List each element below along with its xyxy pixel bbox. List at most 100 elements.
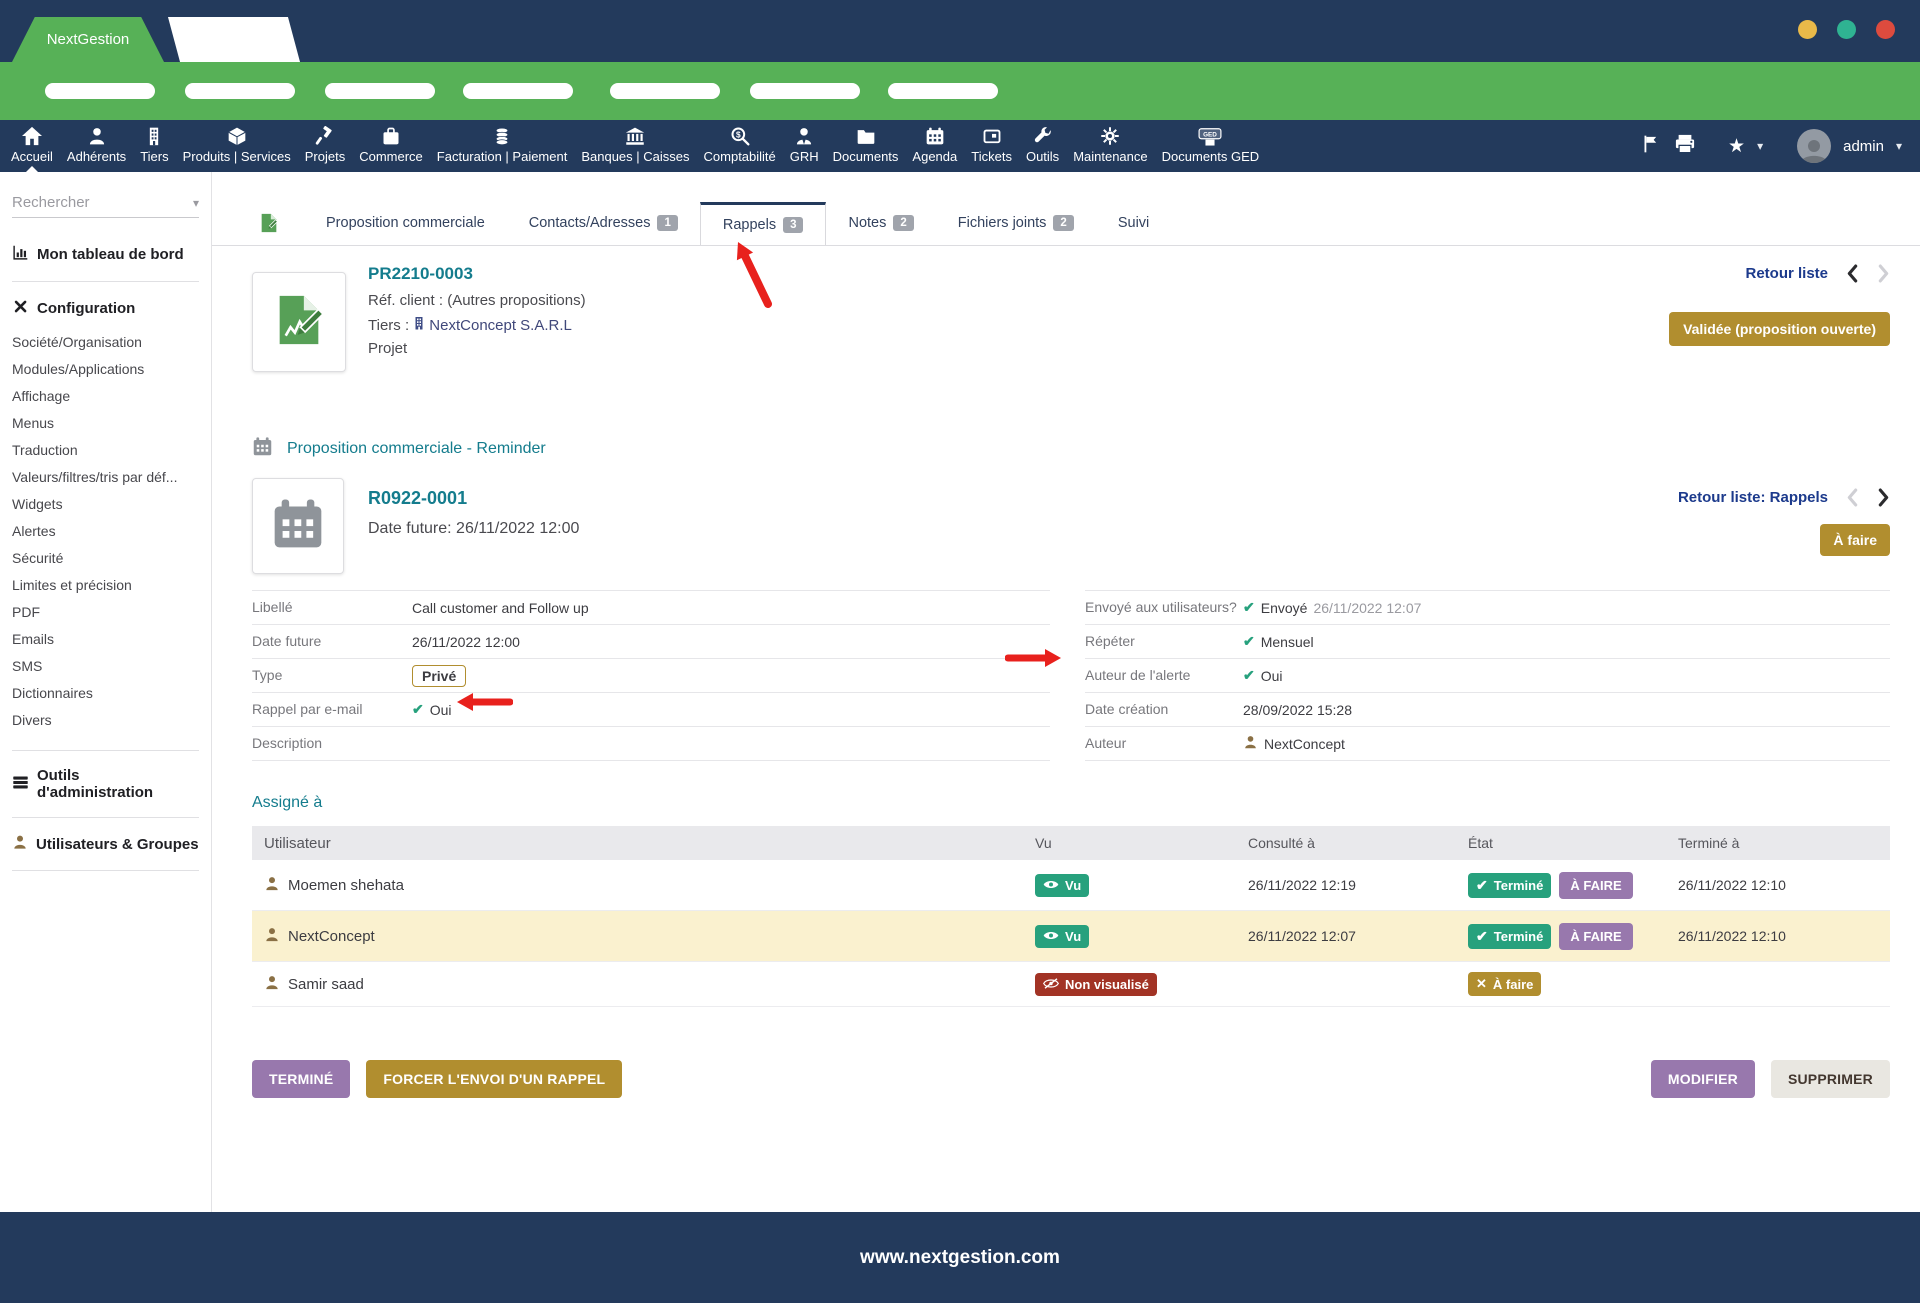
sidebar-item[interactable]: Dictionnaires (12, 680, 199, 707)
field-label: Description (252, 730, 412, 757)
nav-item-tickets[interactable]: Tickets (964, 120, 1019, 172)
nav-item-produits-services[interactable]: Produits | Services (176, 120, 298, 172)
nav-item-documents[interactable]: Documents (826, 120, 906, 172)
nav-item-commerce[interactable]: Commerce (352, 120, 430, 172)
nav-item-grh[interactable]: GRH (783, 120, 826, 172)
flag-icon[interactable] (1642, 134, 1662, 159)
field-value: NextConcept (1264, 736, 1345, 752)
sidebar-item[interactable]: Divers (12, 707, 199, 734)
chevron-down-icon[interactable]: ▾ (1896, 139, 1902, 153)
field-value: Call customer and Follow up (412, 600, 589, 616)
reminder-status-badge: À faire (1820, 524, 1890, 556)
sidebar-item[interactable]: SMS (12, 653, 199, 680)
window-dot-yellow[interactable] (1798, 20, 1817, 39)
avatar[interactable] (1797, 129, 1831, 163)
sidebar-item[interactable]: Traduction (12, 437, 199, 464)
divider (12, 817, 199, 818)
sidebar-item[interactable]: Société/Organisation (12, 329, 199, 356)
retour-liste-rappels-link[interactable]: Retour liste: Rappels (1678, 489, 1828, 506)
favorites-star-icon[interactable]: ★ (1728, 137, 1745, 156)
field-label: Rappel par e-mail (252, 696, 412, 723)
window-dot-red[interactable] (1876, 20, 1895, 39)
nav-item-tiers[interactable]: Tiers (133, 120, 175, 172)
sidebar-item[interactable]: Alertes (12, 518, 199, 545)
sidebar-item[interactable]: PDF (12, 599, 199, 626)
check-icon: ✔ (1243, 667, 1255, 684)
nav-label: Outils (1026, 149, 1059, 164)
column-header: Vu (1035, 835, 1248, 851)
forcer-envoi-rappel-button[interactable]: FORCER L'ENVOI D'UN RAPPEL (366, 1060, 622, 1098)
tab-label: Suivi (1118, 215, 1149, 231)
tab-label: Rappels (723, 217, 776, 233)
reminder-fields-left: Libellé Call customer and Follow up Date… (252, 590, 1050, 761)
tab-rappels[interactable]: Rappels 3 (700, 202, 827, 245)
chevron-left-icon[interactable] (1846, 488, 1859, 507)
nav-item-outils[interactable]: Outils (1019, 120, 1066, 172)
column-header: Utilisateur (252, 835, 1035, 852)
search-placeholder: Rechercher (12, 194, 90, 211)
sidebar-section-configuration[interactable]: Configuration (12, 298, 199, 319)
chevron-down-icon[interactable]: ▾ (1757, 139, 1763, 153)
field-value: 26/11/2022 12:00 (412, 634, 520, 650)
sidebar-item[interactable]: Valeurs/filtres/tris par déf... (12, 464, 199, 491)
sidebar-item[interactable]: Emails (12, 626, 199, 653)
nav-label: Documents (833, 149, 899, 164)
nav-item-banques-caisses[interactable]: Banques | Caisses (574, 120, 696, 172)
nextgestion-app: NextGestion Accueil Adhérents (0, 0, 1920, 1303)
search-input[interactable]: Rechercher ▾ (12, 194, 199, 218)
field-row-auteur: Auteur NextConcept (1085, 726, 1890, 760)
tab-notes[interactable]: Notes 2 (826, 201, 935, 245)
field-row-envoye: Envoyé aux utilisateurs? ✔ Envoyé 26/11/… (1085, 590, 1890, 624)
nav-item-facturation-paiement[interactable]: Facturation | Paiement (430, 120, 575, 172)
footer-url[interactable]: www.nextgestion.com (860, 1247, 1060, 1269)
nav-item-accueil[interactable]: Accueil (4, 120, 60, 172)
chevron-left-icon[interactable] (1846, 264, 1859, 283)
document-edit-icon (270, 291, 328, 354)
sidebar-item[interactable]: Menus (12, 410, 199, 437)
retour-liste-link[interactable]: Retour liste (1745, 265, 1828, 282)
tab-suivi[interactable]: Suivi (1096, 201, 1171, 245)
field-label: Auteur (1085, 730, 1243, 757)
field-label: Envoyé aux utilisateurs? (1085, 594, 1243, 621)
nav-item-comptabilite[interactable]: $ Comptabilité (697, 120, 783, 172)
chevron-right-icon[interactable] (1877, 264, 1890, 283)
tab-proposition-commerciale[interactable]: Proposition commerciale (304, 201, 507, 245)
user-menu-label[interactable]: admin (1843, 138, 1884, 155)
field-label: Date future (252, 628, 412, 655)
tab-count-badge: 1 (657, 215, 677, 231)
sidebar-item-label: Mon tableau de bord (37, 246, 184, 263)
calendar-icon (925, 125, 945, 147)
printer-icon[interactable] (1674, 134, 1696, 159)
sidebar-section-users-groups[interactable]: Utilisateurs & Groupes (12, 834, 199, 854)
document-edit-icon (258, 212, 280, 234)
nav-item-maintenance[interactable]: Maintenance (1066, 120, 1154, 172)
divider (12, 750, 199, 751)
etat-termine-badge: ✔Terminé (1468, 924, 1551, 949)
reminder-section-title[interactable]: Proposition commerciale - Reminder (287, 440, 546, 458)
tiers-link[interactable]: NextConcept S.A.R.L (413, 316, 572, 334)
sidebar-item[interactable]: Widgets (12, 491, 199, 518)
proposition-status-button[interactable]: Validée (proposition ouverte) (1669, 312, 1890, 346)
termine-button[interactable]: TERMINÉ (252, 1060, 350, 1098)
tab-contacts-adresses[interactable]: Contacts/Adresses 1 (507, 201, 700, 245)
sidebar-item-dashboard[interactable]: Mon tableau de bord (12, 244, 199, 265)
modifier-button[interactable]: MODIFIER (1651, 1060, 1755, 1098)
nav-label: Produits | Services (183, 149, 291, 164)
sidebar-item[interactable]: Affichage (12, 383, 199, 410)
tab-fichiers-joints[interactable]: Fichiers joints 2 (936, 201, 1096, 245)
field-row-date-future: Date future 26/11/2022 12:00 (252, 624, 1050, 658)
nav-item-documents-ged[interactable]: GED Documents GED (1155, 120, 1267, 172)
nav-item-projets[interactable]: Projets (298, 120, 352, 172)
sidebar-item[interactable]: Limites et précision (12, 572, 199, 599)
chevron-right-icon[interactable] (1877, 488, 1890, 507)
a-faire-gold-button[interactable]: ✕À faire (1468, 972, 1541, 996)
window-dot-teal[interactable] (1837, 20, 1856, 39)
a-faire-button[interactable]: À FAIRE (1559, 872, 1632, 899)
sidebar-item[interactable]: Modules/Applications (12, 356, 199, 383)
nav-item-adherents[interactable]: Adhérents (60, 120, 133, 172)
a-faire-button[interactable]: À FAIRE (1559, 923, 1632, 950)
sidebar-item[interactable]: Sécurité (12, 545, 199, 572)
supprimer-button[interactable]: SUPPRIMER (1771, 1060, 1890, 1098)
nav-item-agenda[interactable]: Agenda (905, 120, 964, 172)
sidebar-section-admin-tools[interactable]: Outils d'administration (12, 767, 199, 801)
